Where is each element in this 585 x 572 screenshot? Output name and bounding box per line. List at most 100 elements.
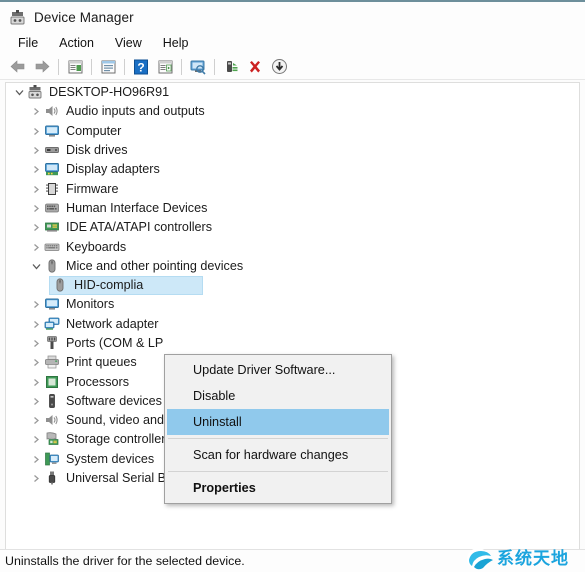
watermark-text: 系统天地 [497, 549, 569, 568]
tree-node-ide-ata-atapi-controllers[interactable]: IDE ATA/ATAPI controllers [6, 218, 579, 237]
device-manager-window: Device Manager File Action View Help ? D… [0, 0, 585, 572]
device-manager-icon [9, 9, 26, 26]
help-button[interactable]: ? [129, 56, 153, 78]
hid-icon [44, 200, 61, 217]
usb-icon [44, 470, 61, 487]
tree-node-keyboards[interactable]: Keyboards [6, 237, 579, 256]
storage-controller-icon [44, 431, 61, 448]
chevron-right-icon[interactable] [28, 469, 44, 488]
tree-node-label: Monitors [66, 297, 115, 312]
tree-node-audio-inputs-and-outputs[interactable]: Audio inputs and outputs [6, 102, 579, 121]
chevron-right-icon[interactable] [28, 430, 44, 449]
chevron-down-icon[interactable] [28, 257, 44, 276]
tree-node-disk-drives[interactable]: Disk drives [6, 141, 579, 160]
monitor-icon [44, 123, 61, 140]
tree-node-label: Ports (COM & LP [66, 336, 164, 350]
watermark: 系统天地 [465, 546, 583, 572]
tree-node-mice-and-other-pointing-devices[interactable]: Mice and other pointing devices [6, 257, 579, 276]
chevron-right-icon[interactable] [28, 373, 44, 392]
tree-node-root[interactable]: DESKTOP-HO96R91 [6, 83, 579, 102]
system-device-icon [44, 451, 61, 468]
tree-node-label: IDE ATA/ATAPI controllers [66, 220, 213, 235]
chevron-right-icon[interactable] [28, 353, 44, 372]
ctx-uninstall[interactable]: Uninstall [167, 409, 389, 435]
mouse-icon [44, 258, 61, 275]
tree-node-label: Disk drives [66, 143, 128, 158]
tree-node-computer[interactable]: Computer [6, 122, 579, 141]
tree-node-label: Storage controllers [66, 432, 172, 447]
view-panel-button[interactable] [96, 56, 120, 78]
tree-node-monitors[interactable]: Monitors [6, 295, 579, 314]
chevron-right-icon[interactable] [28, 450, 44, 469]
mouse-icon [52, 277, 69, 294]
chevron-right-icon[interactable] [28, 315, 44, 334]
software-device-icon [44, 393, 61, 410]
back-button[interactable] [6, 56, 30, 78]
title-bar: Device Manager [0, 2, 585, 32]
chevron-right-icon[interactable] [28, 238, 44, 257]
scan-monitor-button[interactable] [186, 56, 210, 78]
chevron-right-icon[interactable] [28, 334, 44, 353]
speaker-icon [44, 103, 61, 120]
chevron-right-icon[interactable] [28, 160, 44, 179]
status-text: Uninstalls the driver for the selected d… [5, 554, 245, 568]
disable-button[interactable] [267, 56, 291, 78]
chevron-right-icon[interactable] [28, 199, 44, 218]
ctx-disable[interactable]: Disable [165, 383, 391, 409]
ctx-update-driver[interactable]: Update Driver Software... [165, 357, 391, 383]
chevron-right-icon[interactable] [28, 392, 44, 411]
uninstall-button[interactable] [243, 56, 267, 78]
firmware-chip-icon [44, 181, 61, 198]
tree-node-ports[interactable]: Ports (COM & LP [6, 334, 579, 353]
toolbar-separator-5 [214, 58, 215, 75]
watermark-logo-icon [465, 546, 495, 572]
menu-action[interactable]: Action [49, 34, 105, 52]
update-driver-button[interactable] [153, 56, 177, 78]
tree-node-label: HID-complia [74, 278, 144, 293]
chevron-right-icon[interactable] [28, 295, 44, 314]
chevron-right-icon[interactable] [28, 180, 44, 199]
keyboard-icon [44, 239, 61, 256]
printer-icon [44, 354, 61, 371]
network-icon [44, 316, 61, 333]
forward-button[interactable] [30, 56, 54, 78]
tree-node-network-adapters[interactable]: Network adapter [6, 315, 579, 334]
toolbar-separator-4 [181, 58, 182, 75]
speaker-icon [44, 412, 61, 429]
tree-node-label: Print queues [66, 355, 137, 370]
ctx-scan-hardware[interactable]: Scan for hardware changes [165, 442, 391, 468]
toolbar-separator-3 [124, 58, 125, 75]
computer-icon [27, 84, 44, 101]
chevron-right-icon[interactable] [28, 102, 44, 121]
tree-node-label: DESKTOP-HO96R91 [49, 85, 170, 100]
toolbar: ? [0, 54, 585, 80]
scan-hardware-button[interactable] [219, 56, 243, 78]
port-icon [44, 335, 61, 352]
svg-text:?: ? [137, 60, 144, 74]
menu-help[interactable]: Help [153, 34, 200, 52]
chevron-right-icon[interactable] [28, 122, 44, 141]
context-menu[interactable]: Update Driver Software... Disable Uninst… [164, 354, 392, 504]
tree-node-label: Firmware [66, 181, 119, 196]
tree-node-display-adapters[interactable]: Display adapters [6, 160, 579, 179]
device-tree[interactable]: DESKTOP-HO96R91 Audio inputs and outputs [5, 82, 580, 550]
tree-node-label: Human Interface Devices [66, 200, 208, 215]
window-title: Device Manager [34, 9, 134, 25]
chevron-down-icon[interactable] [11, 83, 27, 102]
tree-node-label: System devices [66, 451, 155, 466]
properties-button[interactable] [63, 56, 87, 78]
chevron-right-icon[interactable] [28, 218, 44, 237]
menu-view[interactable]: View [105, 34, 153, 52]
chevron-right-icon[interactable] [28, 411, 44, 430]
menu-file[interactable]: File [8, 34, 49, 52]
ctx-separator-2 [168, 471, 388, 472]
tree-node-label: Mice and other pointing devices [66, 258, 244, 273]
tree-node-label: Audio inputs and outputs [66, 104, 205, 119]
tree-node-hid-compliant-selected[interactable]: HID-complia [6, 275, 579, 295]
tree-node-firmware[interactable]: Firmware [6, 179, 579, 198]
chevron-right-icon[interactable] [28, 141, 44, 160]
disk-drive-icon [44, 142, 61, 159]
tree-node-human-interface-devices[interactable]: Human Interface Devices [6, 199, 579, 218]
ctx-properties[interactable]: Properties [165, 475, 391, 501]
tree-node-label: Display adapters [66, 162, 160, 177]
